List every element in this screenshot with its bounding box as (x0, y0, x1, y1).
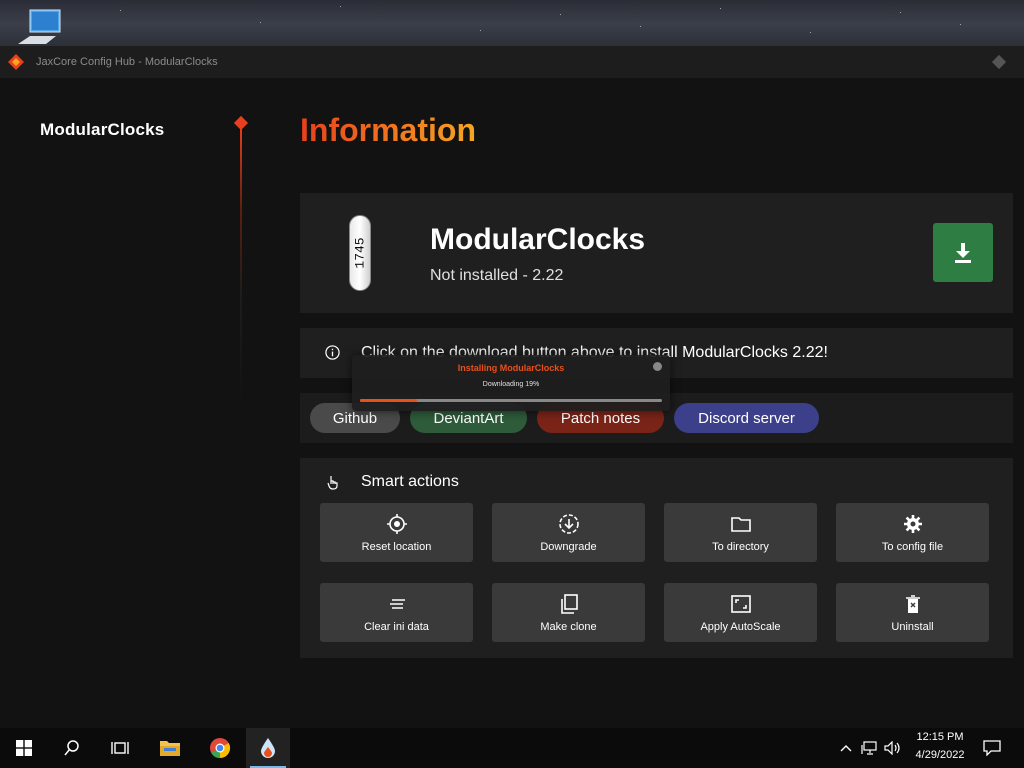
progress-bar (360, 399, 662, 402)
install-progress-toast: Installing ModularClocks Downloading 19% (352, 355, 670, 411)
reset-location-button[interactable]: Reset location (320, 503, 473, 562)
make-clone-button[interactable]: Make clone (492, 583, 645, 642)
volume-icon (884, 741, 900, 755)
toast-title: Installing ModularClocks (457, 363, 565, 373)
pointer-hand-icon (327, 476, 338, 490)
window-title: JaxCore Config Hub - ModularClocks (36, 56, 218, 68)
discord-server-link[interactable]: Discord server (674, 403, 819, 433)
apply-autoscale-label: Apply AutoScale (700, 620, 781, 633)
chrome-button[interactable] (196, 728, 244, 768)
chevron-up-icon (840, 745, 852, 752)
window-menu-icon[interactable] (991, 54, 1007, 70)
smart-actions-panel: Smart actions Reset location Downgrade T… (300, 458, 1013, 658)
downgrade-icon (558, 513, 579, 534)
windows-logo-icon (16, 740, 32, 756)
plugin-thumbnail: 1745 (349, 215, 371, 291)
smart-actions-title: Smart actions (361, 473, 459, 490)
discord-server-link-label: Discord server (698, 409, 795, 427)
jaxcore-logo-icon (8, 54, 24, 70)
task-view-icon (111, 742, 129, 754)
sidebar-item-modularclocks[interactable]: ModularClocks (40, 120, 164, 140)
clock-date[interactable]: 4/29/2022 (905, 749, 975, 761)
info-icon (325, 345, 340, 360)
page-title: Information (300, 112, 476, 148)
gear-icon (903, 514, 922, 533)
chrome-icon (210, 738, 231, 759)
to-config-file-button[interactable]: To config file (836, 503, 989, 562)
folder-icon (160, 741, 180, 756)
apply-autoscale-button[interactable]: Apply AutoScale (664, 583, 817, 642)
toast-subtitle: Downloading 19% (482, 381, 540, 388)
folder-icon (730, 516, 751, 532)
downgrade-label: Downgrade (540, 540, 597, 553)
desktop-background (0, 0, 1024, 48)
plugin-card: 1745 ModularClocks Not installed - 2.22 (300, 193, 1013, 313)
network-button[interactable] (858, 728, 880, 768)
to-directory-button[interactable]: To directory (664, 503, 817, 562)
this-pc-icon[interactable] (16, 8, 64, 46)
progress-fill (360, 399, 418, 402)
taskbar: 12:15 PM 4/29/2022 (0, 728, 1024, 768)
make-clone-label: Make clone (540, 620, 597, 633)
file-explorer-button[interactable] (146, 728, 194, 768)
search-button[interactable] (48, 728, 96, 768)
show-hidden-icons-button[interactable] (836, 728, 856, 768)
sidebar-indicator-line (240, 126, 242, 406)
network-icon (861, 741, 877, 755)
plugin-status: Not installed - 2.22 (430, 267, 564, 284)
downgrade-button[interactable]: Downgrade (492, 503, 645, 562)
autoscale-icon (730, 594, 751, 613)
plugin-name: ModularClocks (430, 223, 646, 256)
uninstall-label: Uninstall (891, 620, 934, 633)
uninstall-button[interactable]: Uninstall (836, 583, 989, 642)
trash-icon (905, 594, 920, 613)
plugin-thumbnail-text: 1745 (352, 237, 368, 269)
jaxcore-drop-icon (261, 738, 275, 758)
search-icon (64, 740, 79, 756)
toast-close-icon[interactable] (653, 362, 662, 371)
github-link-label: Github (332, 409, 378, 427)
clone-icon (560, 593, 578, 614)
crosshair-icon (386, 513, 407, 534)
start-button[interactable] (0, 728, 48, 768)
clear-icon (389, 598, 405, 609)
clear-ini-data-button[interactable]: Clear ini data (320, 583, 473, 642)
patch-notes-link-label: Patch notes (560, 409, 641, 427)
to-config-file-label: To config file (881, 540, 944, 553)
task-view-button[interactable] (96, 728, 144, 768)
to-directory-label: To directory (712, 540, 769, 553)
reset-location-label: Reset location (361, 540, 432, 553)
volume-button[interactable] (882, 728, 904, 768)
download-icon (955, 242, 971, 263)
clock-time[interactable]: 12:15 PM (905, 731, 975, 743)
notifications-button[interactable] (978, 728, 1006, 768)
notification-icon (983, 740, 1001, 756)
title-bar[interactable]: JaxCore Config Hub - ModularClocks (0, 46, 1024, 78)
sidebar: ModularClocks (0, 78, 249, 728)
clear-ini-data-label: Clear ini data (364, 620, 429, 633)
deviantart-link-label: DeviantArt (433, 409, 504, 427)
download-button[interactable] (933, 223, 993, 282)
jaxcore-taskbar-button[interactable] (246, 728, 290, 768)
